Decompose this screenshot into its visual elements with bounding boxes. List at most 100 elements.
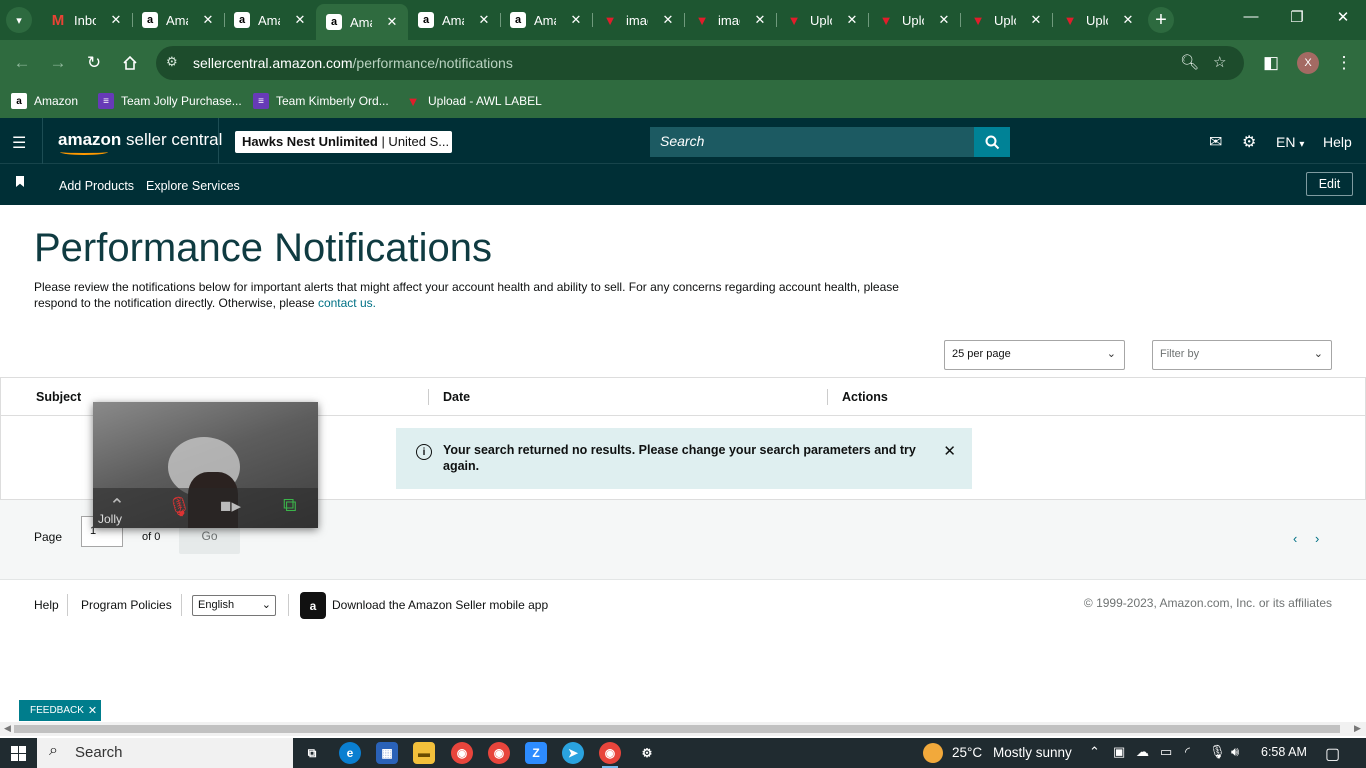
bookmark-team-kimberly[interactable]: ≡ Team Kimberly Ord... [253,93,389,109]
browser-tab[interactable]: a Amazon ✕ [224,6,316,34]
close-tab-icon[interactable]: ✕ [568,12,584,28]
volume-icon[interactable]: 🔊︎ [1231,744,1239,760]
contact-us-link[interactable]: contact us. [318,296,376,310]
browser-menu-button[interactable]: ⋮ [1332,51,1356,75]
scroll-left-icon[interactable]: ◀ [4,723,11,734]
gear-icon[interactable]: ⚙ [1242,132,1256,152]
close-window-button[interactable]: ✕ [1320,8,1366,26]
previous-page-icon[interactable]: ‹ [1293,531,1297,546]
bookmark-team-jolly[interactable]: ≡ Team Jolly Purchase... [98,93,242,109]
taskbar-search[interactable]: ⌕ Search [37,738,293,768]
edit-button[interactable]: Edit [1306,172,1353,196]
footer-language-select[interactable]: English ⌄ [192,595,276,616]
restore-button[interactable]: ❐ [1274,8,1320,26]
browser-tab-active[interactable]: a Amazon ✕ [316,4,408,40]
bookmark-upload-awl[interactable]: ▼ Upload - AWL LABEL [405,93,542,109]
forward-button[interactable]: → [46,51,70,75]
close-tab-icon[interactable]: ✕ [844,12,860,28]
close-tab-icon[interactable]: ✕ [108,12,124,28]
next-page-icon[interactable]: › [1315,531,1319,546]
browser-tab[interactable]: ▼ Upload ✕ [868,6,960,34]
bookmark-amazon[interactable]: a Amazon [11,93,78,109]
column-date[interactable]: Date [443,390,470,404]
notifications-icon[interactable]: ▢ [1325,744,1340,764]
new-tab-button[interactable]: + [1148,7,1174,33]
browser-tab[interactable]: ▼ Upload ✕ [960,6,1052,34]
close-tab-icon[interactable]: ✕ [936,12,952,28]
browser-tab[interactable]: ▼ image ✕ [684,6,776,34]
profile-avatar[interactable]: X [1297,52,1319,74]
video-camera-icon[interactable]: ■▸ [220,495,241,518]
reload-button[interactable]: ↻ [82,51,106,75]
seller-central-logo[interactable]: amazon seller central [58,130,222,155]
close-tab-icon[interactable]: ✕ [1028,12,1044,28]
clock[interactable]: 6:58 AM [1261,745,1307,759]
close-icon[interactable]: ✕ [943,442,956,460]
edge-icon[interactable]: e [339,742,361,764]
pop-out-icon[interactable]: ⧉ [283,495,297,517]
windows-start-icon[interactable] [11,746,26,761]
url-text[interactable]: sellercentral.amazon.com/performance/not… [193,55,513,71]
bookmark-icon[interactable] [16,176,24,187]
address-bar[interactable]: ⚙ sellercentral.amazon.com/performance/n… [156,46,1244,80]
store-icon[interactable]: ▦ [376,742,398,764]
wifi-icon[interactable]: ◜ [1185,744,1190,760]
download-app-link[interactable]: Download the Amazon Seller mobile app [332,598,548,612]
back-button[interactable]: ← [10,51,34,75]
add-products-link[interactable]: Add Products [59,179,134,193]
close-tab-icon[interactable]: ✕ [1120,12,1136,28]
per-page-select[interactable]: 25 per page ⌄ [944,340,1125,370]
mic-off-icon[interactable]: 🎙︎ [167,495,191,519]
settings-icon[interactable]: ⚙ [636,742,658,764]
mail-icon[interactable]: ✉ [1209,132,1222,152]
home-button[interactable] [118,51,142,75]
tab-search-button[interactable]: ▾ [6,7,32,33]
browser-tab[interactable]: ▼ image ✕ [592,6,684,34]
chrome-icon[interactable]: ◉ [451,742,473,764]
close-tab-icon[interactable]: ✕ [384,14,400,30]
browser-tab[interactable]: a Amazon ✕ [500,6,592,34]
onedrive-icon[interactable]: ☁ [1136,744,1149,760]
close-tab-icon[interactable]: ✕ [660,12,676,28]
hamburger-menu-icon[interactable]: ☰ [12,133,26,153]
weather-icon[interactable] [923,743,943,763]
scrollbar-thumb[interactable] [14,725,1340,733]
weather-text[interactable]: Mostly sunny [993,745,1072,760]
scroll-right-icon[interactable]: ▶ [1354,723,1361,734]
header-search-button[interactable] [974,127,1010,157]
zoom-icon[interactable]: 🔍︎ [1180,53,1199,71]
chrome-profile-icon[interactable]: ◉ [488,742,510,764]
browser-tab[interactable]: a Amazon ✕ [132,6,224,34]
feedback-button[interactable]: FEEDBACK ✕ [19,700,101,721]
file-explorer-icon[interactable]: ▬ [413,742,435,764]
zoom-app-icon[interactable]: Z [525,742,547,764]
chrome-active-icon[interactable]: ◉ [599,742,621,768]
video-call-overlay[interactable]: ⌃ 🎙︎ ■▸ ⧉ Jolly [93,402,318,528]
help-link[interactable]: Help [1323,134,1352,150]
footer-help-link[interactable]: Help [34,598,59,612]
close-tab-icon[interactable]: ✕ [476,12,492,28]
column-subject[interactable]: Subject [36,390,81,404]
microphone-icon[interactable]: 🎙︎ [1209,744,1226,760]
seller-app-icon[interactable]: a [300,592,326,619]
star-icon[interactable]: ☆ [1213,53,1226,71]
task-view-icon[interactable]: ⧉ [301,742,323,764]
browser-tab[interactable]: a Amazon ✕ [408,6,500,34]
filter-select[interactable]: Filter by ⌄ [1152,340,1332,370]
browser-tab[interactable]: ▼ Upload ✕ [776,6,868,34]
browser-tab[interactable]: M Inbox ✕ [40,6,132,34]
store-selector[interactable]: Hawks Nest Unlimited | United S... [235,131,452,153]
header-search-input[interactable]: Search [650,127,975,157]
chevron-up-icon[interactable]: ⌃ [1089,744,1100,760]
close-icon[interactable]: ✕ [88,704,97,717]
telegram-icon[interactable]: ➤ [562,742,584,764]
language-menu[interactable]: EN ▾ [1276,134,1304,150]
explore-services-link[interactable]: Explore Services [146,179,240,193]
close-tab-icon[interactable]: ✕ [200,12,216,28]
battery-icon[interactable]: ▭ [1160,744,1172,760]
minimize-button[interactable]: — [1228,8,1274,25]
temperature[interactable]: 25°C [952,745,982,760]
program-policies-link[interactable]: Program Policies [81,598,172,612]
close-tab-icon[interactable]: ✕ [292,12,308,28]
close-tab-icon[interactable]: ✕ [752,12,768,28]
